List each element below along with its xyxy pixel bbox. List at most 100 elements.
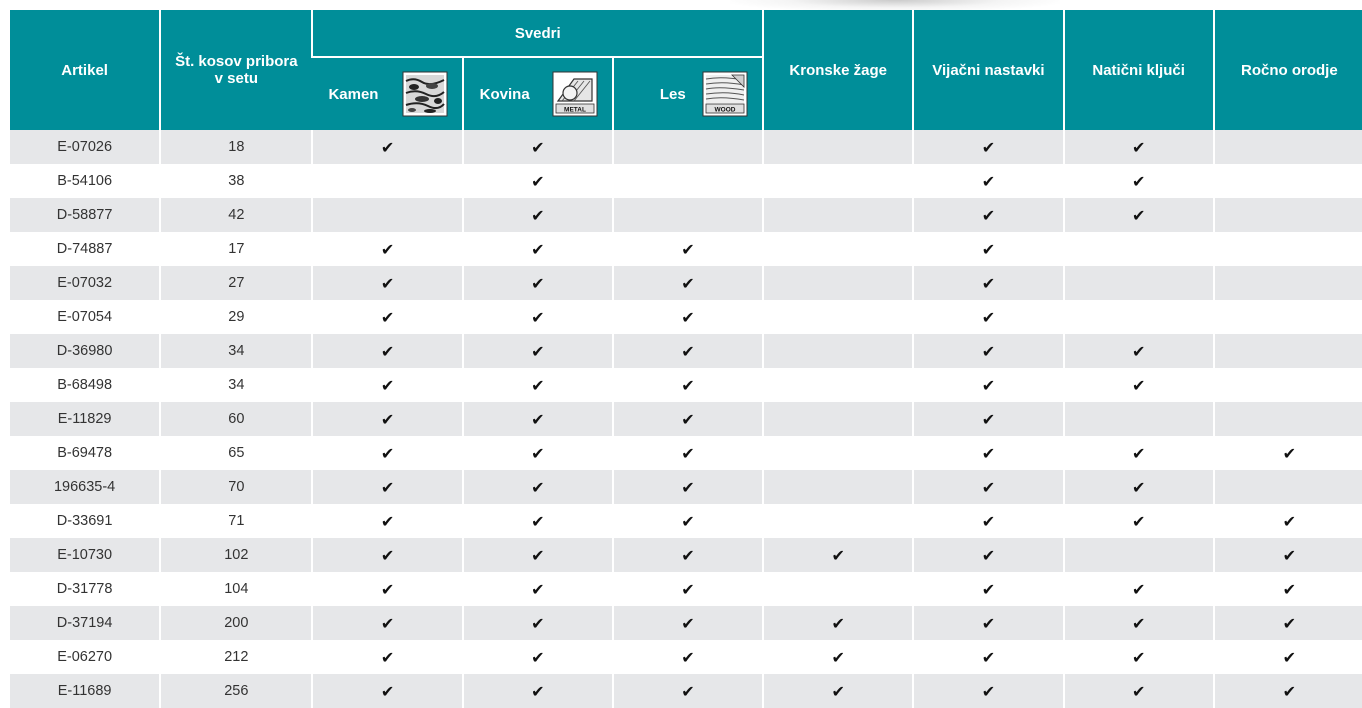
checkmark-icon: ✔	[1282, 511, 1297, 531]
checkmark-icon: ✔	[531, 307, 545, 327]
cell-naticni-kljuci: ✔	[1062, 572, 1214, 606]
cell-vijacni-nastavki: ✔	[912, 164, 1064, 198]
checkmark-icon: ✔	[681, 409, 695, 429]
cell-naticni-kljuci	[1062, 538, 1214, 572]
checkmark-icon: ✔	[981, 137, 996, 157]
cell-les	[611, 198, 764, 232]
cell-artikel: E-11689	[10, 674, 161, 708]
checkmark-icon: ✔	[981, 307, 996, 327]
cell-naticni-kljuci: ✔	[1062, 674, 1214, 708]
cell-kronske-zage	[762, 232, 914, 266]
cell-kamen: ✔	[311, 402, 463, 436]
les-label: Les	[659, 85, 686, 103]
cell-rocno-orodje: ✔	[1212, 538, 1362, 572]
cell-vijacni-nastavki: ✔	[912, 538, 1064, 572]
cell-vijacni-nastavki: ✔	[912, 198, 1064, 232]
cell-rocno-orodje	[1212, 402, 1362, 436]
checkmark-icon: ✔	[981, 579, 996, 599]
cell-naticni-kljuci	[1062, 266, 1214, 300]
checkmark-icon: ✔	[1131, 511, 1146, 531]
cell-kamen: ✔	[311, 266, 463, 300]
cell-pieces: 102	[159, 538, 313, 572]
checkmark-icon: ✔	[531, 137, 545, 157]
cell-artikel: E-10730	[10, 538, 161, 572]
cell-kovina: ✔	[461, 606, 613, 640]
cell-pieces: 38	[159, 164, 313, 198]
cell-vijacni-nastavki: ✔	[912, 436, 1064, 470]
cell-pieces: 212	[159, 640, 313, 674]
cell-rocno-orodje	[1212, 164, 1362, 198]
cell-naticni-kljuci	[1062, 300, 1214, 334]
cell-naticni-kljuci: ✔	[1062, 470, 1214, 504]
cell-rocno-orodje	[1212, 368, 1362, 402]
table-body: E-07026 18 ✔ ✔ ✔ ✔ B-54106 38 ✔ ✔ ✔ D-58877 42 ✔ ✔ ✔ D-7…	[10, 130, 1362, 708]
cell-les: ✔	[611, 266, 764, 300]
table-row: E-06270 212 ✔ ✔ ✔ ✔ ✔ ✔ ✔	[10, 640, 1362, 674]
checkmark-icon: ✔	[681, 341, 695, 361]
cell-kronske-zage: ✔	[762, 674, 914, 708]
column-header-pieces: Št. kosov pribora v setu	[159, 10, 313, 130]
column-header-rocno-orodje: Ročno orodje	[1212, 10, 1362, 130]
checkmark-icon: ✔	[380, 647, 395, 667]
checkmark-icon: ✔	[981, 375, 996, 395]
cell-kovina: ✔	[461, 164, 613, 198]
checkmark-icon: ✔	[831, 647, 845, 667]
checkmark-icon: ✔	[531, 579, 545, 599]
table-row: B-69478 65 ✔ ✔ ✔ ✔ ✔ ✔	[10, 436, 1362, 470]
cell-kronske-zage: ✔	[762, 606, 914, 640]
column-header-naticni-kljuci: Natični ključi	[1062, 10, 1214, 130]
cell-kronske-zage	[762, 572, 914, 606]
cell-kronske-zage	[762, 198, 914, 232]
cell-kamen	[311, 164, 463, 198]
kamen-label: Kamen	[328, 85, 379, 103]
cell-kovina: ✔	[461, 402, 613, 436]
cell-naticni-kljuci: ✔	[1062, 640, 1214, 674]
checkmark-icon: ✔	[531, 171, 545, 191]
cell-artikel: E-07054	[10, 300, 161, 334]
column-header-vijacni-nastavki: Vijačni nastavki	[912, 10, 1064, 130]
checkmark-icon: ✔	[981, 273, 996, 293]
cell-artikel: E-07026	[10, 130, 161, 164]
cell-kovina: ✔	[461, 300, 613, 334]
checkmark-icon: ✔	[681, 239, 695, 259]
cell-pieces: 256	[159, 674, 313, 708]
column-group-drills: Svedri	[311, 10, 764, 57]
checkmark-icon: ✔	[531, 239, 545, 259]
cell-rocno-orodje	[1212, 470, 1362, 504]
cell-vijacni-nastavki: ✔	[912, 402, 1064, 436]
checkmark-icon: ✔	[681, 579, 695, 599]
table-row: E-11829 60 ✔ ✔ ✔ ✔	[10, 402, 1362, 436]
cell-les: ✔	[611, 368, 764, 402]
table-row: D-74887 17 ✔ ✔ ✔ ✔	[10, 232, 1362, 266]
cell-naticni-kljuci: ✔	[1062, 130, 1214, 164]
table-row: E-07026 18 ✔ ✔ ✔ ✔	[10, 130, 1362, 164]
cell-rocno-orodje: ✔	[1212, 436, 1362, 470]
cell-rocno-orodje: ✔	[1212, 572, 1362, 606]
checkmark-icon: ✔	[1131, 171, 1146, 191]
checkmark-icon: ✔	[1131, 443, 1146, 463]
checkmark-icon: ✔	[681, 375, 695, 395]
cell-kovina: ✔	[461, 470, 613, 504]
cell-naticni-kljuci: ✔	[1062, 368, 1214, 402]
checkmark-icon: ✔	[681, 647, 695, 667]
cell-pieces: 27	[159, 266, 313, 300]
cell-kovina: ✔	[461, 572, 613, 606]
cell-kamen: ✔	[311, 300, 463, 334]
cell-les: ✔	[611, 538, 764, 572]
checkmark-icon: ✔	[681, 307, 695, 327]
checkmark-icon: ✔	[981, 613, 996, 633]
cell-naticni-kljuci	[1062, 402, 1214, 436]
checkmark-icon: ✔	[531, 375, 545, 395]
checkmark-icon: ✔	[380, 137, 395, 157]
cell-vijacni-nastavki: ✔	[912, 232, 1064, 266]
cell-vijacni-nastavki: ✔	[912, 368, 1064, 402]
cell-les: ✔	[611, 334, 764, 368]
checkmark-icon: ✔	[380, 613, 395, 633]
cell-artikel: D-31778	[10, 572, 161, 606]
checkmark-icon: ✔	[681, 511, 695, 531]
checkmark-icon: ✔	[531, 511, 545, 531]
checkmark-icon: ✔	[981, 647, 996, 667]
table-row: D-58877 42 ✔ ✔ ✔	[10, 198, 1362, 232]
checkmark-icon: ✔	[1282, 681, 1297, 701]
cell-pieces: 200	[159, 606, 313, 640]
